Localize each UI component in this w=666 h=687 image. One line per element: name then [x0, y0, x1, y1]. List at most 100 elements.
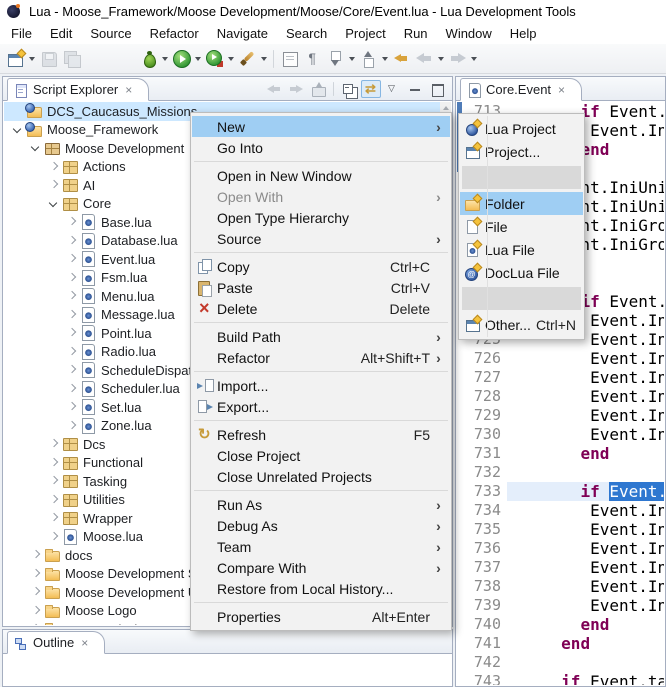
menu-item[interactable]: Properties Alt+Enter — [192, 606, 450, 627]
menu-item[interactable]: Close Project — [192, 445, 450, 466]
toolbar-button[interactable] — [203, 47, 236, 71]
h-collapse-icon[interactable] — [339, 80, 359, 98]
menu-item[interactable]: Delete Delete — [192, 298, 450, 319]
menu-item[interactable]: Close Unrelated Projects — [192, 466, 450, 487]
tree-expand-arrow-icon[interactable] — [46, 529, 62, 545]
menu-item[interactable] — [194, 371, 448, 372]
tree-expand-arrow-icon[interactable] — [46, 473, 62, 489]
submenu-item[interactable] — [462, 166, 581, 189]
tree-expand-arrow-icon[interactable] — [64, 270, 80, 286]
tab-outline[interactable]: Outline × — [7, 631, 105, 654]
tree-expand-arrow-icon[interactable] — [46, 177, 62, 193]
menu-item[interactable]: Open in New Window — [192, 165, 450, 186]
toolbar-button[interactable] — [83, 47, 137, 71]
tree-expand-arrow-icon[interactable] — [64, 418, 80, 434]
menu-item[interactable]: Refresh F5 — [192, 424, 450, 445]
menu-item[interactable] — [194, 161, 448, 162]
toolbar-button[interactable] — [4, 47, 37, 71]
toolbar-button[interactable] — [273, 50, 274, 68]
dropdown-arrow-icon[interactable] — [228, 57, 234, 61]
close-icon[interactable]: × — [81, 636, 88, 650]
menubar-item[interactable]: File — [2, 23, 41, 44]
menu-item[interactable] — [194, 322, 448, 323]
toolbar-button[interactable] — [278, 47, 301, 71]
menubar-item[interactable]: Help — [501, 23, 546, 44]
tree-expand-arrow-icon[interactable] — [64, 362, 80, 378]
toolbar-button[interactable] — [301, 47, 324, 71]
toolbar-button[interactable] — [137, 47, 170, 71]
tree-expand-arrow-icon[interactable] — [46, 196, 62, 212]
tree-expand-arrow-icon[interactable] — [28, 566, 44, 582]
tree-expand-arrow-icon[interactable] — [64, 251, 80, 267]
menu-item[interactable]: Run As — [192, 494, 450, 515]
menubar-item[interactable]: Run — [395, 23, 437, 44]
menu-item[interactable]: Paste Ctrl+V — [192, 277, 450, 298]
toolbar-button[interactable] — [37, 47, 60, 71]
tree-expand-arrow-icon[interactable] — [64, 288, 80, 304]
menu-item[interactable]: Compare With — [192, 557, 450, 578]
menu-item[interactable] — [194, 252, 448, 253]
tab-core-event[interactable]: Core.Event × — [460, 78, 582, 101]
submenu-item[interactable]: Other... Ctrl+N — [460, 313, 583, 336]
tree-expand-arrow-icon[interactable] — [46, 492, 62, 508]
menubar-item[interactable]: Edit — [41, 23, 81, 44]
tree-expand-arrow-icon[interactable] — [46, 455, 62, 471]
tree-expand-arrow-icon[interactable] — [28, 621, 44, 625]
menu-item[interactable]: Copy Ctrl+C — [192, 256, 450, 277]
h-min-icon[interactable] — [405, 80, 425, 98]
submenu-item[interactable]: Folder — [460, 192, 583, 215]
dropdown-arrow-icon[interactable] — [471, 57, 477, 61]
menu-item[interactable]: Team — [192, 536, 450, 557]
tree-expand-arrow-icon[interactable] — [64, 399, 80, 415]
submenu-item[interactable]: Lua Project — [460, 117, 583, 140]
tree-expand-arrow-icon[interactable] — [64, 214, 80, 230]
dropdown-arrow-icon[interactable] — [438, 57, 444, 61]
h-back-icon[interactable] — [264, 80, 284, 98]
menu-item[interactable]: New — [192, 116, 450, 137]
menu-item[interactable] — [194, 602, 448, 603]
toolbar-button[interactable] — [413, 47, 446, 71]
menu-item[interactable] — [194, 420, 448, 421]
menubar-item[interactable]: Search — [277, 23, 336, 44]
menu-item[interactable]: Open Type Hierarchy — [192, 207, 450, 228]
tree-expand-arrow-icon[interactable] — [64, 344, 80, 360]
dropdown-arrow-icon[interactable] — [195, 57, 201, 61]
toolbar-button[interactable] — [357, 47, 390, 71]
dropdown-arrow-icon[interactable] — [29, 57, 35, 61]
toolbar-button[interactable] — [390, 47, 413, 71]
menu-item[interactable] — [194, 490, 448, 491]
toolbar-button[interactable] — [170, 47, 203, 71]
tree-expand-arrow-icon[interactable] — [28, 603, 44, 619]
tree-expand-arrow-icon[interactable] — [46, 510, 62, 526]
dropdown-arrow-icon[interactable] — [261, 57, 267, 61]
menubar-item[interactable]: Source — [81, 23, 140, 44]
submenu-item[interactable]: DocLua File — [460, 261, 583, 284]
tab-script-explorer[interactable]: Script Explorer × — [7, 78, 149, 101]
tree-expand-arrow-icon[interactable] — [64, 325, 80, 341]
tree-expand-arrow-icon[interactable] — [28, 547, 44, 563]
close-icon[interactable]: × — [125, 83, 132, 97]
toolbar-button[interactable] — [60, 47, 83, 71]
menu-item[interactable]: Refactor Alt+Shift+T — [192, 347, 450, 368]
dropdown-arrow-icon[interactable] — [349, 57, 355, 61]
menu-item[interactable]: Build Path — [192, 326, 450, 347]
tree-expand-arrow-icon[interactable] — [10, 122, 26, 138]
h-forward-icon[interactable] — [286, 80, 306, 98]
submenu-item[interactable]: Lua File — [460, 238, 583, 261]
h-viewmenu-icon[interactable] — [383, 80, 403, 98]
tree-expand-arrow-icon[interactable] — [28, 140, 44, 156]
toolbar-button[interactable] — [324, 47, 357, 71]
tree-expand-arrow-icon[interactable] — [28, 584, 44, 600]
menu-item[interactable]: Source — [192, 228, 450, 249]
toolbar-button[interactable] — [236, 47, 269, 71]
menu-item[interactable]: Restore from Local History... — [192, 578, 450, 599]
h-max-icon[interactable] — [427, 80, 447, 98]
menu-item[interactable]: Export... — [192, 396, 450, 417]
toolbar-button[interactable] — [446, 47, 479, 71]
menubar-item[interactable]: Navigate — [208, 23, 277, 44]
submenu-item[interactable]: File — [460, 215, 583, 238]
menu-item[interactable]: Debug As — [192, 515, 450, 536]
menu-item[interactable]: Import... — [192, 375, 450, 396]
tree-expand-arrow-icon[interactable] — [64, 381, 80, 397]
submenu-item[interactable] — [462, 287, 581, 310]
